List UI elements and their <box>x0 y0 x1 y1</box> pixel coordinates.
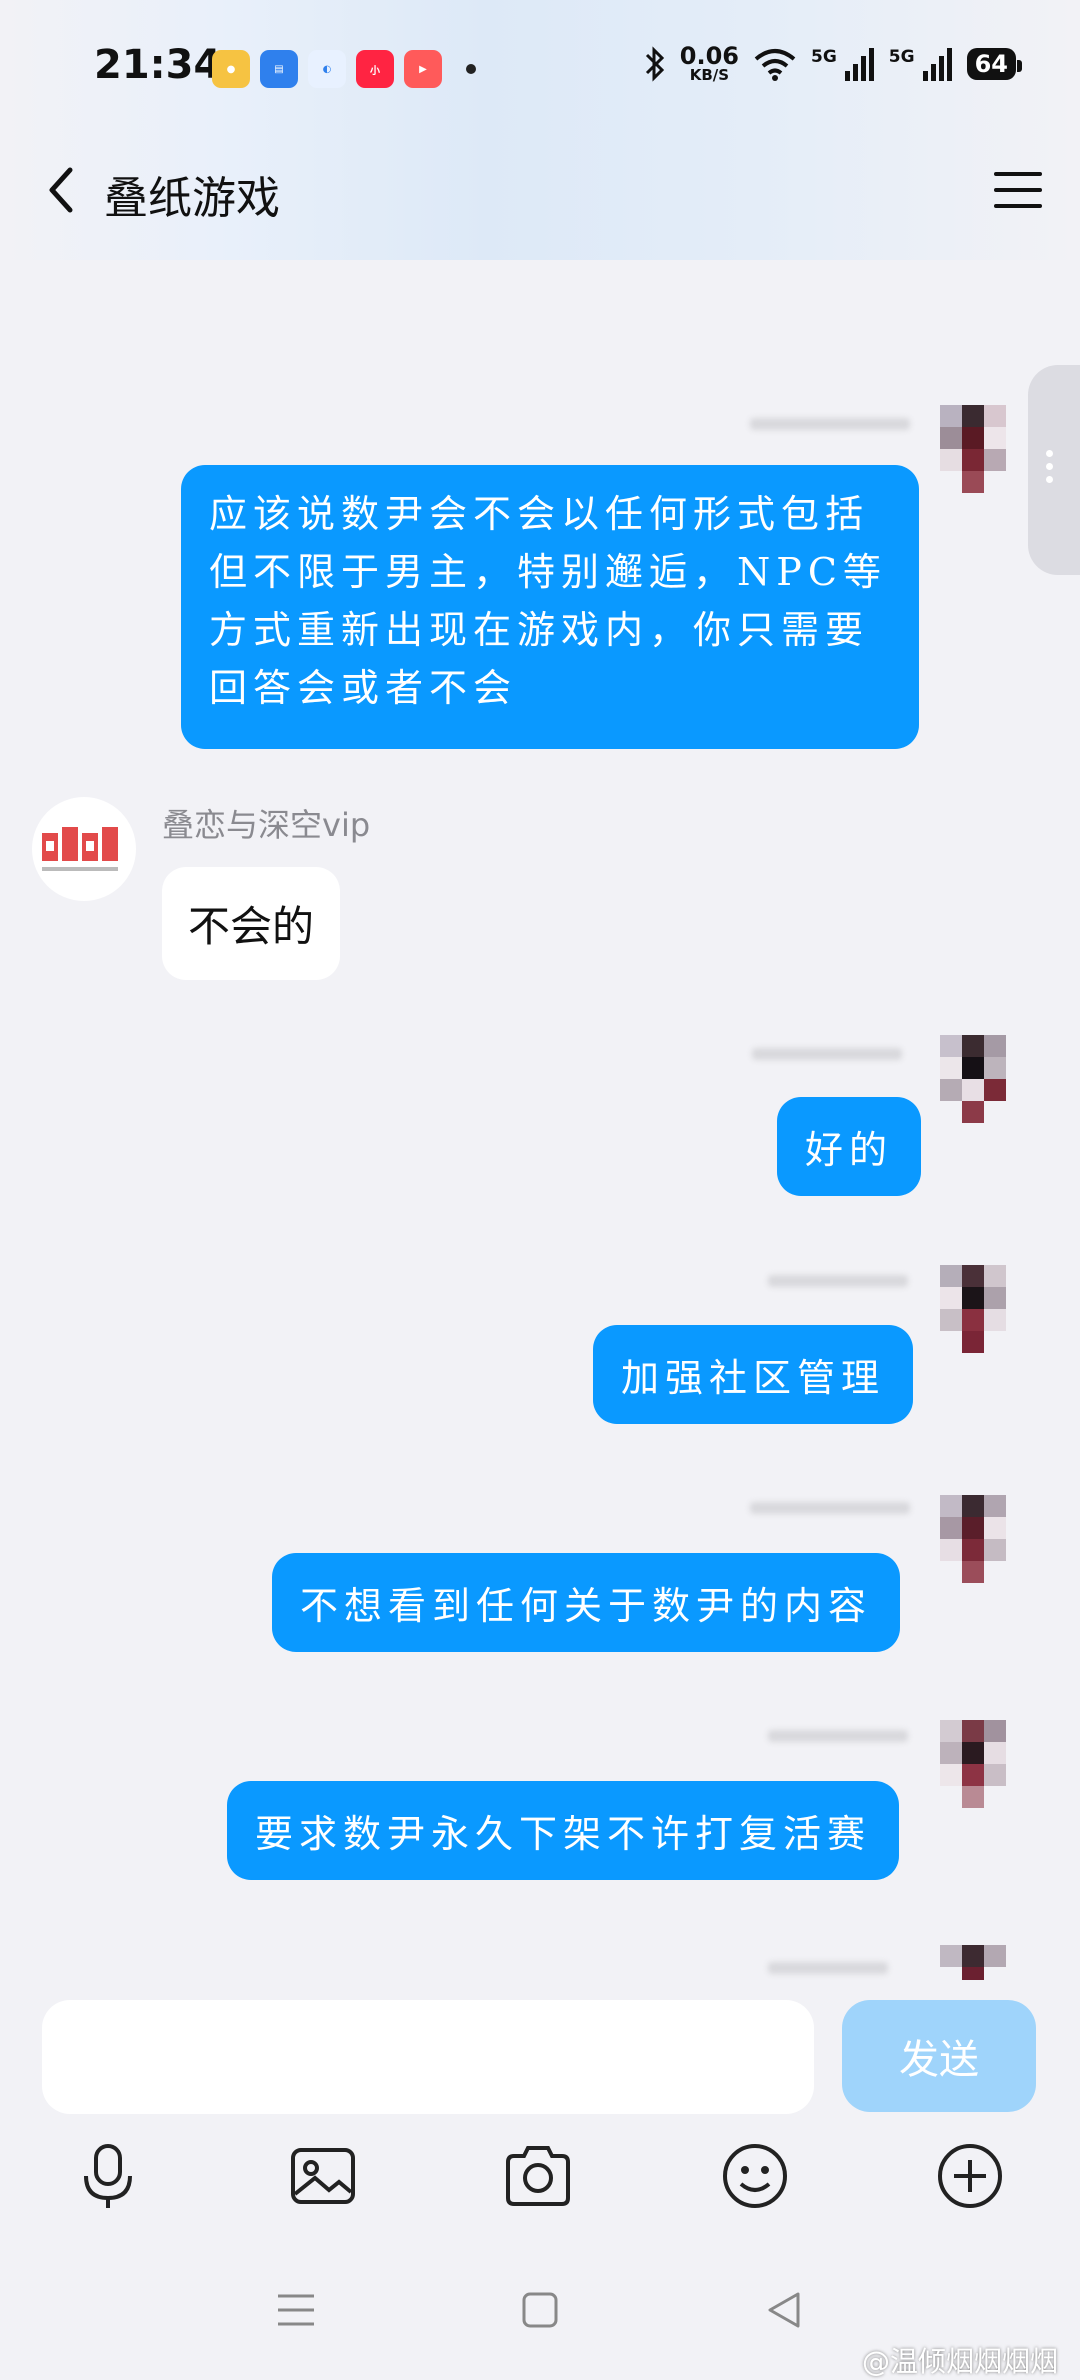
emoji-icon[interactable] <box>715 2136 795 2216</box>
input-toolbar <box>0 2130 1080 2230</box>
net-speed: 0.06 KB/S <box>679 42 739 84</box>
my-avatar <box>940 1720 1030 1830</box>
files-app-icon: ▤ <box>260 50 298 88</box>
menu-icon[interactable] <box>988 160 1048 220</box>
input-bar: 发送 <box>0 1980 1080 2130</box>
plus-icon[interactable] <box>930 2136 1010 2216</box>
message-bubble-outgoing[interactable]: 应该说数尹会不会以任何形式包括但不限于男主，特别邂逅，NPC等方式重新出现在游戏… <box>181 465 919 749</box>
xiaohongshu-app-icon: 小 <box>356 50 394 88</box>
my-avatar <box>940 405 1030 515</box>
send-button[interactable]: 发送 <box>842 2000 1036 2112</box>
sender-name-blurred <box>768 1275 908 1287</box>
camera-icon[interactable] <box>498 2136 578 2216</box>
status-time: 21:34 <box>94 42 222 88</box>
floating-side-handle[interactable] <box>1028 365 1080 575</box>
notification-icons: ● ▤ ◐ 小 ▶ <box>212 50 442 88</box>
recent-apps-icon[interactable] <box>266 2280 326 2340</box>
sender-name-blurred <box>768 1962 888 1974</box>
browser-app-icon: ◐ <box>308 50 346 88</box>
my-avatar <box>940 1945 1030 1985</box>
wifi-icon <box>754 48 796 81</box>
video-app-icon: ▶ <box>404 50 442 88</box>
my-avatar <box>940 1265 1030 1375</box>
battery-indicator: 64 <box>966 47 1023 80</box>
network-type-2: 5G <box>888 46 915 67</box>
chat-header: 叠纸游戏 <box>0 140 1080 240</box>
sender-name-blurred <box>768 1730 908 1742</box>
back-nav-icon[interactable] <box>754 2280 814 2340</box>
message-bubble-outgoing[interactable]: 不想看到任何关于数尹的内容 <box>272 1553 901 1652</box>
my-avatar <box>940 1035 1030 1145</box>
message-bubble-outgoing[interactable]: 要求数尹永久下架不许打复活赛 <box>227 1781 900 1880</box>
signal-icon-2 <box>922 47 952 81</box>
image-icon[interactable] <box>283 2136 363 2216</box>
microphone-icon[interactable] <box>68 2136 148 2216</box>
signal-icon-1 <box>844 47 874 81</box>
paper-logo-icon <box>42 827 118 871</box>
official-account-avatar[interactable] <box>32 797 136 901</box>
watermark: @温倾烟烟烟烟 <box>861 2345 1058 2378</box>
message-input[interactable] <box>42 2000 814 2114</box>
weibo-app-icon: ● <box>212 50 250 88</box>
more-notifications-dot <box>466 64 476 74</box>
status-right: 0.06 KB/S 5G 5G 64 <box>644 42 1023 84</box>
sender-name: 叠恋与深空vip <box>162 806 371 844</box>
back-arrow-icon[interactable] <box>36 160 96 220</box>
status-bar: 21:34 ● ▤ ◐ 小 ▶ 0.06 KB/S 5G 5G 64 <box>0 0 1080 140</box>
message-bubble-outgoing[interactable]: 加强社区管理 <box>593 1325 914 1424</box>
sender-name-blurred <box>750 418 910 430</box>
floating-handle-dots-icon <box>1046 450 1053 483</box>
message-bubble-outgoing[interactable]: 好的 <box>777 1097 922 1196</box>
sender-name-blurred <box>750 1502 910 1514</box>
sender-name-blurred <box>752 1048 902 1060</box>
bluetooth-icon <box>645 45 664 82</box>
message-bubble-incoming[interactable]: 不会的 <box>162 867 341 980</box>
home-icon[interactable] <box>510 2280 570 2340</box>
my-avatar <box>940 1495 1030 1605</box>
chat-title: 叠纸游戏 <box>104 173 280 224</box>
network-type-1: 5G <box>811 46 837 67</box>
